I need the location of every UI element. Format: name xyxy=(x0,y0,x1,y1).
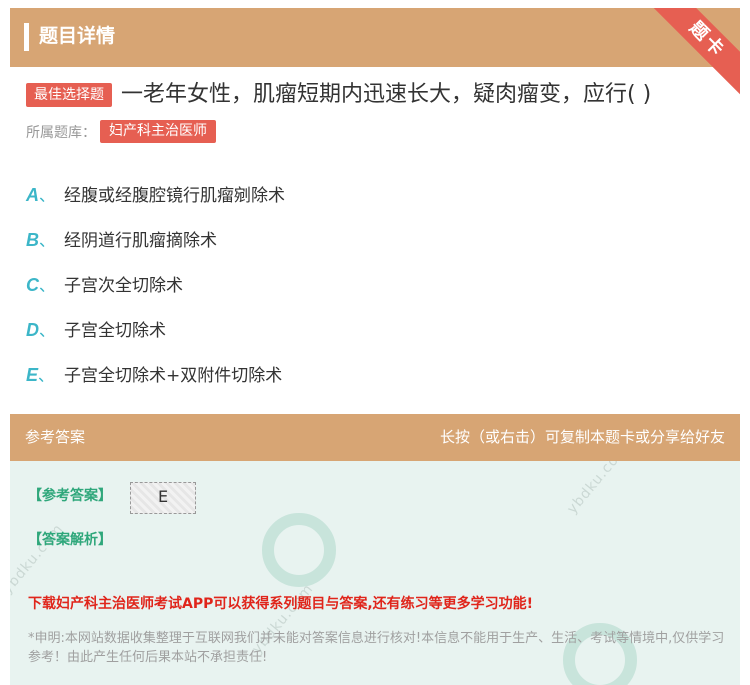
option-letter: C、 xyxy=(26,274,56,295)
answer-value-image: E xyxy=(130,482,196,514)
question-bank-link[interactable]: 妇产科主治医师 xyxy=(100,120,216,143)
question-bank-line: 所属题库： 妇产科主治医师 xyxy=(26,120,216,143)
option-d[interactable]: D、 子宫全切除术 xyxy=(26,306,285,351)
option-text: 子宫全切除术 xyxy=(64,321,166,341)
watermark-logo-circle xyxy=(262,513,336,587)
disclaimer-text: *申明:本网站数据收集整理于互联网我们并未能对答案信息进行核对!本信息不能用于生… xyxy=(28,631,725,665)
option-e[interactable]: E、 子宫全切除术+双附件切除术 xyxy=(26,351,285,396)
question-bank-label: 所属题库： xyxy=(26,124,96,141)
options-list: A、 经腹或经腹腔镜行肌瘤剜除术 B、 经阴道行肌瘤摘除术 C、 子宫次全切除术… xyxy=(26,171,285,396)
option-text: 子宫次全切除术 xyxy=(64,276,183,296)
option-text: 经阴道行肌瘤摘除术 xyxy=(64,231,217,251)
analysis-label: 【答案解析】 xyxy=(28,532,112,548)
corner-ribbon: 题卡 xyxy=(645,8,740,103)
answer-panel-header: 参考答案 长按（或右击）可复制本题卡或分享给好友 xyxy=(10,414,740,461)
answer-panel-body: ybdku.com ybdku.com ybdku.com 【参考答案】 E 【… xyxy=(10,461,740,685)
option-letter: A、 xyxy=(26,184,56,205)
option-b[interactable]: B、 经阴道行肌瘤摘除术 xyxy=(26,216,285,261)
option-letter: E、 xyxy=(26,364,55,385)
question-type-badge: 最佳选择题 xyxy=(26,83,112,107)
header-accent-bar xyxy=(24,23,29,51)
option-a[interactable]: A、 经腹或经腹腔镜行肌瘤剜除术 xyxy=(26,171,285,216)
question-text: 一老年女性，肌瘤短期内迅速长大，疑肉瘤变，应行( ) xyxy=(121,82,652,107)
answer-panel-title: 参考答案 xyxy=(25,428,86,446)
share-hint: 长按（或右击）可复制本题卡或分享给好友 xyxy=(439,428,725,446)
page-title: 题目详情 xyxy=(39,25,116,47)
option-letter: D、 xyxy=(26,319,56,340)
page-header: 题目详情 题卡 xyxy=(10,8,740,97)
option-text: 子宫全切除术+双附件切除术 xyxy=(64,366,283,386)
corner-ribbon-label: 题卡 xyxy=(650,8,740,97)
option-text: 经腹或经腹腔镜行肌瘤剜除术 xyxy=(64,186,285,206)
app-download-promo[interactable]: 下载妇产科主治医师考试APP可以获得系列题目与答案,还有练习等更多学习功能! xyxy=(28,593,533,613)
answer-label: 【参考答案】 xyxy=(28,488,112,504)
option-c[interactable]: C、 子宫次全切除术 xyxy=(26,261,285,306)
question-line: 最佳选择题 一老年女性，肌瘤短期内迅速长大，疑肉瘤变，应行( ) xyxy=(26,80,651,110)
option-letter: B、 xyxy=(26,229,56,250)
watermark-text: ybdku.com xyxy=(564,461,632,518)
